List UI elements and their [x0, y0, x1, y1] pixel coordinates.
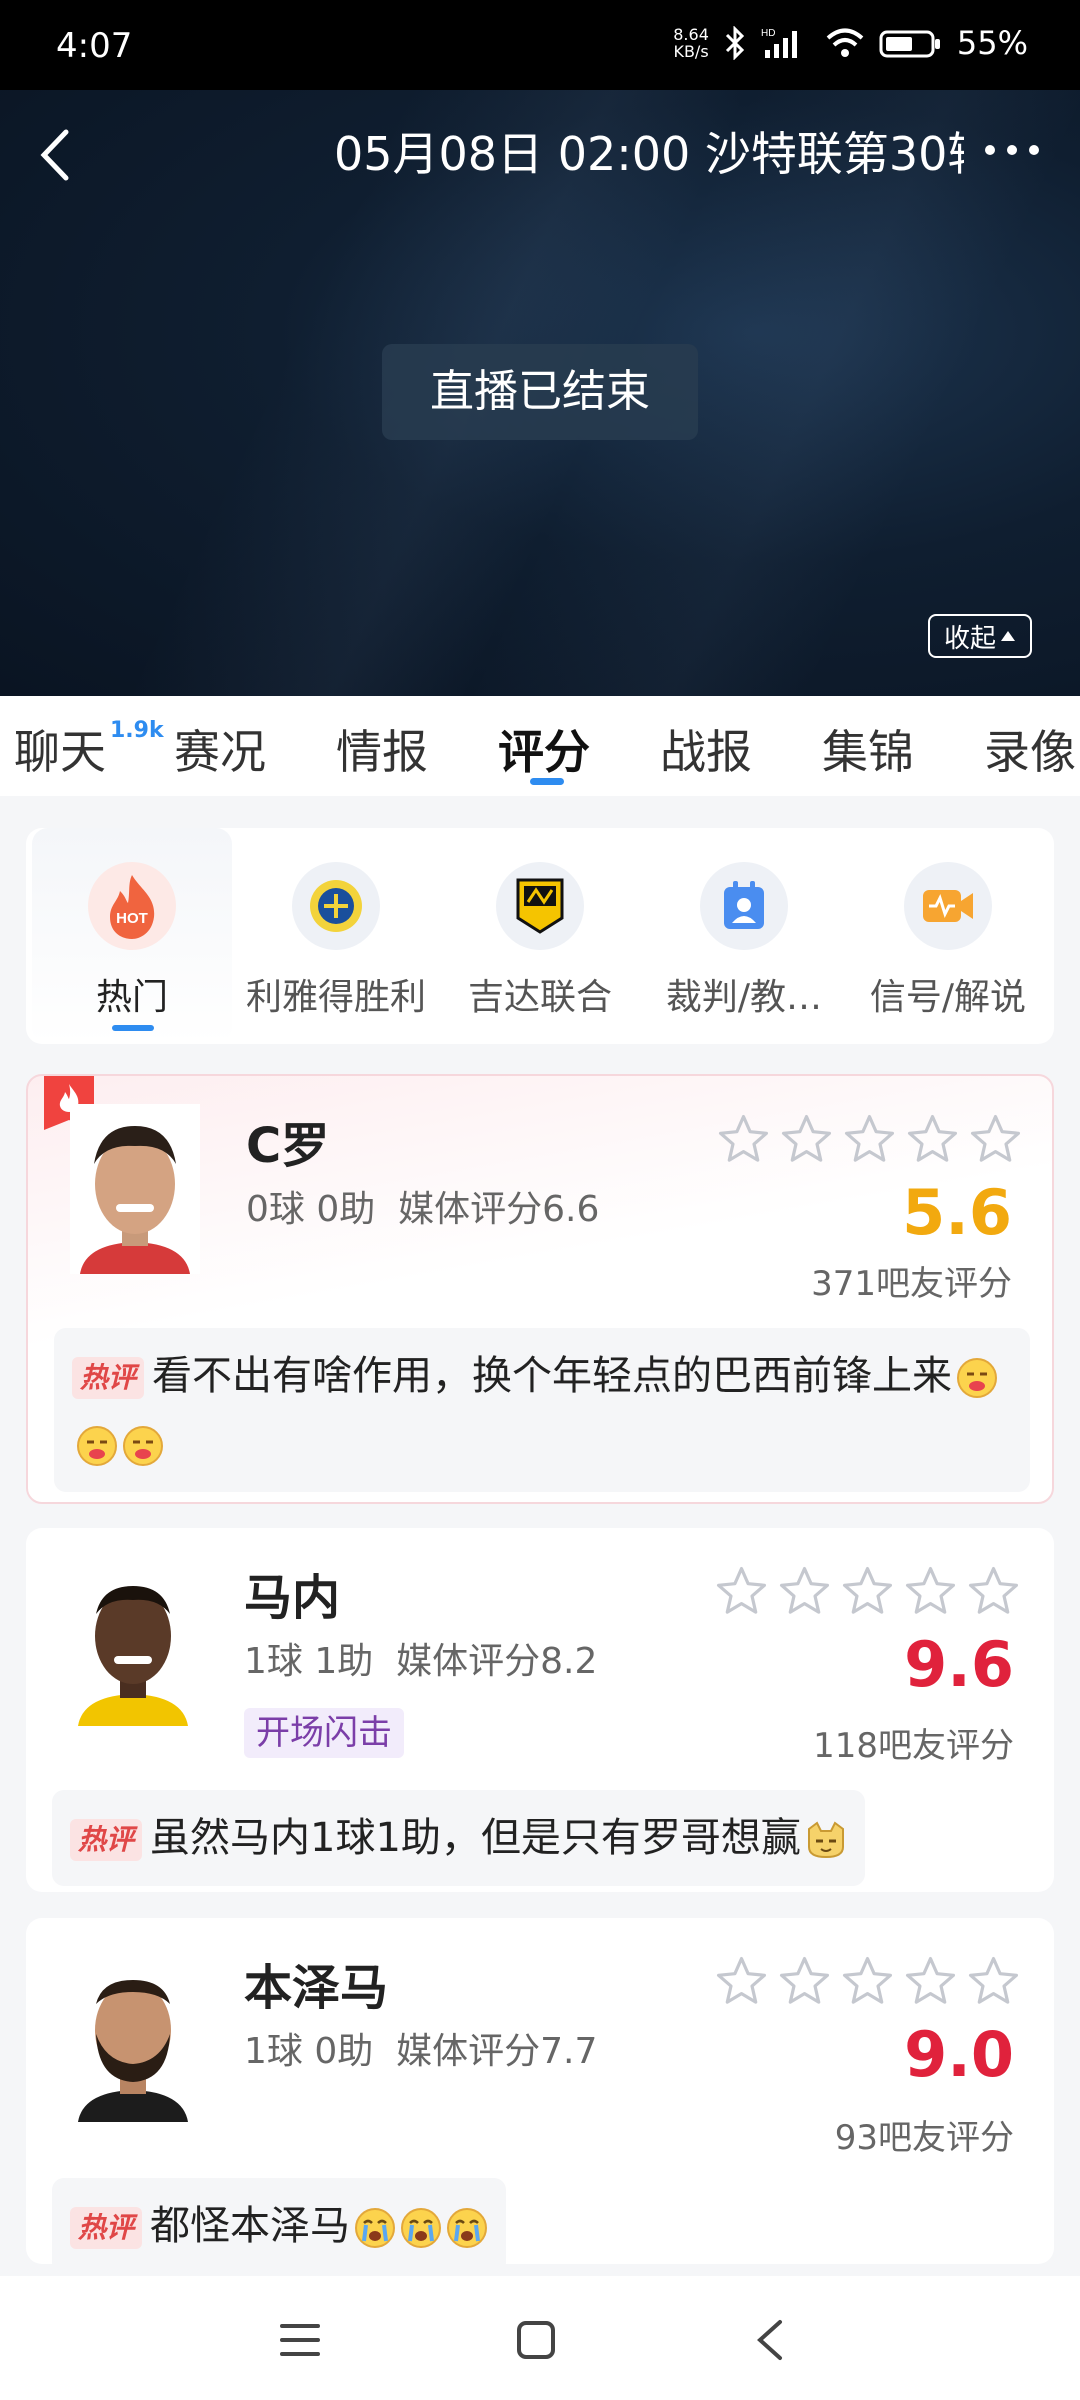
tab-replay[interactable]: 录像 [984, 716, 1076, 782]
hot-comment-label: 热评 [70, 1819, 143, 1861]
player-card-sadio-mane[interactable]: 马内 1球 1助 媒体评分8.2 开场闪击 9.6 118吧友评分 热评 虽然马内… [26, 1528, 1054, 1892]
home-icon[interactable] [514, 2318, 558, 2362]
player-avatar [70, 1104, 200, 1274]
star-rating-input[interactable] [714, 1564, 1021, 1619]
star-icon[interactable] [714, 1564, 769, 1619]
network-speed: 8.64 KB/s [673, 25, 709, 61]
star-icon[interactable] [840, 1954, 895, 2009]
category-hot[interactable]: HOT 热门 [32, 828, 232, 1044]
video-signal-icon [904, 862, 992, 950]
status-time: 4:07 [56, 26, 133, 66]
star-icon[interactable] [716, 1112, 771, 1167]
crying-emoji-icon [447, 2208, 488, 2248]
smirk-emoji-icon [957, 1358, 998, 1398]
fan-score: 5.6 [902, 1176, 1012, 1249]
player-tag: 开场闪击 [244, 1708, 404, 1758]
video-player[interactable]: 05月08日 02:00 沙特联第30轮 直播已结束 收起 [0, 90, 1080, 696]
cat-emoji-icon [807, 1821, 844, 1859]
star-rating-input[interactable] [714, 1954, 1021, 2009]
fan-rating-count: 118吧友评分 [813, 1726, 1014, 1766]
star-icon[interactable] [966, 1954, 1021, 2009]
referee-icon [700, 862, 788, 950]
player-name: C罗 [246, 1118, 330, 1174]
back-icon[interactable] [750, 2316, 790, 2364]
player-avatar [68, 1952, 198, 2122]
player-avatar [68, 1556, 198, 1726]
star-icon[interactable] [966, 1564, 1021, 1619]
hot-icon: HOT [88, 862, 176, 950]
player-name: 本泽马 [244, 1960, 389, 2016]
category-referee-coach[interactable]: 裁判/教… [644, 828, 844, 1044]
comment-text: 都怪本泽马 [150, 2203, 351, 2249]
hot-comment[interactable]: 热评 都怪本泽马 [52, 2178, 507, 2264]
player-card-cristiano-ronaldo[interactable]: C罗 0球 0助 媒体评分6.6 5.6 371吧友评分 热评 看不出有啥作用，换… [26, 1074, 1054, 1504]
active-category-indicator [112, 1025, 154, 1031]
back-arrow-icon[interactable] [30, 120, 80, 190]
al-ittihad-logo-icon [496, 862, 584, 950]
al-nassr-logo-icon [292, 862, 380, 950]
cellular-signal-icon: HD [761, 28, 797, 58]
player-stats: 1球 0助 媒体评分7.7 [244, 2031, 598, 2072]
more-options-icon[interactable] [982, 130, 1042, 170]
smirk-emoji-icon [123, 1426, 163, 1466]
system-navigation-bar [0, 2276, 1080, 2400]
tab-chat[interactable]: 聊天 [14, 716, 106, 782]
status-icons: 8.64 KB/s HD 55% [673, 24, 1028, 62]
collapse-button[interactable]: 收起 [928, 614, 1032, 658]
battery-percent: 55% [956, 24, 1028, 62]
comment-text: 虽然马内1球1助，但是只有罗哥想赢 [150, 1815, 801, 1861]
player-stats: 1球 1助 媒体评分8.2 [244, 1641, 598, 1682]
tab-bar: 聊天 1.9k 赛况 情报 评分 战报 集锦 录像 [0, 696, 1080, 796]
tab-ratings[interactable]: 评分 [498, 716, 590, 782]
bluetooth-icon [725, 26, 744, 60]
tab-report[interactable]: 战报 [660, 716, 752, 782]
menu-icon[interactable] [278, 2320, 322, 2360]
status-bar: 4:07 8.64 KB/s HD 55% [0, 0, 1080, 90]
chat-count-badge: 1.9k [110, 718, 164, 743]
category-al-ittihad[interactable]: 吉达联合 [440, 828, 640, 1044]
rating-category-bar: HOT 热门 利雅得胜利 吉达联合 裁判/教… 信号/解说 [26, 828, 1054, 1044]
crying-emoji-icon [355, 2208, 396, 2248]
match-title: 05月08日 02:00 沙特联第30轮 [334, 127, 964, 181]
svg-text:HD: HD [761, 28, 775, 39]
fan-rating-count: 371吧友评分 [811, 1264, 1012, 1304]
fan-rating-count: 93吧友评分 [834, 2118, 1014, 2158]
hot-comment-label: 热评 [70, 2207, 143, 2249]
svg-text:HOT: HOT [116, 910, 148, 927]
star-icon[interactable] [903, 1564, 958, 1619]
comment-text: 看不出有啥作用，换个年轻点的巴西前锋上来 [152, 1353, 953, 1399]
crying-emoji-icon [401, 2208, 442, 2248]
hot-comment[interactable]: 热评 看不出有啥作用，换个年轻点的巴西前锋上来 [54, 1328, 1030, 1492]
tab-highlights[interactable]: 集锦 [822, 716, 914, 782]
active-tab-indicator [530, 778, 564, 785]
hot-comment-label: 热评 [72, 1357, 145, 1399]
tab-intel[interactable]: 情报 [336, 716, 428, 782]
stream-ended-label: 直播已结束 [382, 344, 698, 440]
player-name: 马内 [244, 1570, 341, 1626]
hot-comment[interactable]: 热评 虽然马内1球1助，但是只有罗哥想赢 [52, 1790, 865, 1886]
star-icon[interactable] [903, 1954, 958, 2009]
category-signal-commentary[interactable]: 信号/解说 [848, 828, 1048, 1044]
triangle-up-icon [1001, 631, 1015, 641]
player-stats: 0球 0助 媒体评分6.6 [246, 1189, 600, 1230]
star-icon[interactable] [842, 1112, 897, 1167]
star-icon[interactable] [777, 1954, 832, 2009]
category-al-nassr[interactable]: 利雅得胜利 [236, 828, 436, 1044]
star-icon[interactable] [968, 1112, 1023, 1167]
star-icon[interactable] [840, 1564, 895, 1619]
smirk-emoji-icon [77, 1426, 117, 1466]
wifi-icon [826, 28, 864, 57]
fan-score: 9.6 [904, 1628, 1014, 1701]
tab-match-status[interactable]: 赛况 [174, 716, 266, 782]
battery-icon [879, 30, 940, 58]
star-rating-input[interactable] [716, 1112, 1023, 1167]
star-icon[interactable] [777, 1564, 832, 1619]
player-card-karim-benzema[interactable]: 本泽马 1球 0助 媒体评分7.7 9.0 93吧友评分 热评 都怪本泽马 [26, 1918, 1054, 2264]
star-icon[interactable] [714, 1954, 769, 2009]
fan-score: 9.0 [904, 2018, 1014, 2091]
star-icon[interactable] [905, 1112, 960, 1167]
star-icon[interactable] [779, 1112, 834, 1167]
